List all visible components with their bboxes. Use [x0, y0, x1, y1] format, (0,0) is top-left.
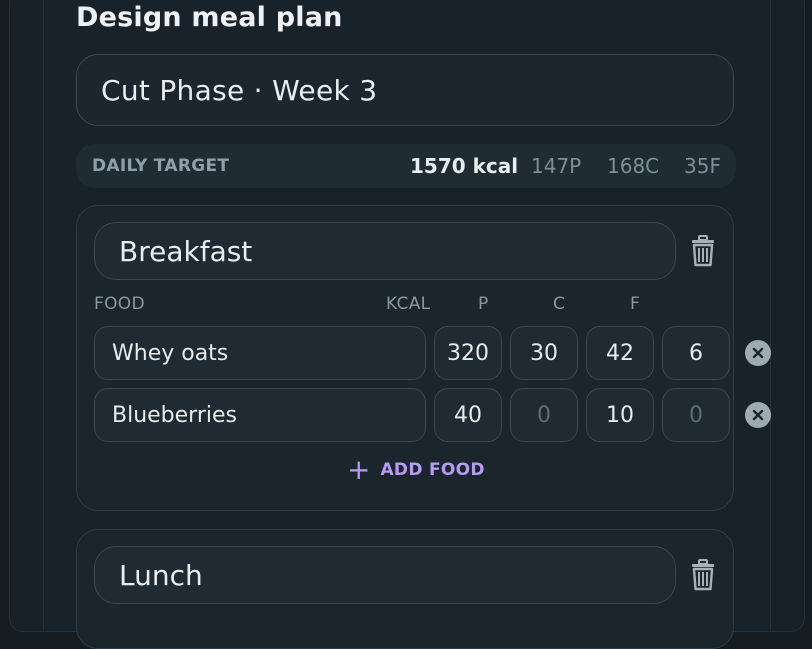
food-name-input[interactable]: Whey oats	[94, 326, 426, 380]
plus-icon: +	[347, 453, 371, 486]
food-fat-input[interactable]: 0	[662, 388, 730, 442]
plan-name-input[interactable]: Cut Phase · Week 3	[76, 54, 734, 126]
food-protein-input[interactable]: 30	[510, 326, 578, 380]
daily-target-kcal: 1570 kcal	[410, 154, 519, 178]
food-carbs-input[interactable]: 10	[586, 388, 654, 442]
close-icon	[752, 347, 764, 359]
meal-card-breakfast: Breakfast FOOD KCAL P C F Whey oats 320 …	[76, 205, 771, 511]
meal-name-input[interactable]: Breakfast	[94, 222, 676, 280]
plan-name-value: Cut Phase · Week 3	[101, 73, 378, 107]
food-name-value: Whey oats	[112, 340, 229, 366]
trash-icon[interactable]	[688, 234, 718, 268]
daily-target-protein: 147P	[531, 154, 582, 178]
daily-target-bar: DAILY TARGET 1570 kcal 147P 168C 35F	[76, 144, 736, 188]
trash-icon[interactable]	[688, 558, 718, 592]
add-food-label: ADD FOOD	[380, 460, 485, 480]
food-kcal-input[interactable]: 40	[434, 388, 502, 442]
column-header-protein: P	[478, 294, 489, 314]
add-food-button[interactable]: + ADD FOOD	[347, 456, 485, 484]
meal-name-value: Lunch	[119, 558, 203, 592]
meal-card-lunch: Lunch	[76, 529, 734, 649]
food-name-input[interactable]: Blueberries	[94, 388, 426, 442]
column-header-food: FOOD	[94, 294, 145, 314]
remove-food-button[interactable]	[745, 340, 771, 366]
daily-target-label: DAILY TARGET	[92, 156, 230, 176]
food-name-value: Blueberries	[112, 402, 237, 428]
column-header-kcal: KCAL	[386, 294, 431, 314]
close-icon	[752, 409, 764, 421]
food-fat-input[interactable]: 6	[662, 326, 730, 380]
remove-food-button[interactable]	[745, 402, 771, 428]
food-carbs-input[interactable]: 42	[586, 326, 654, 380]
column-header-fat: F	[630, 294, 641, 314]
daily-target-carbs: 168C	[607, 154, 660, 178]
meal-name-value: Breakfast	[119, 234, 253, 268]
daily-target-fat: 35F	[684, 154, 721, 178]
food-protein-input[interactable]: 0	[510, 388, 578, 442]
page-title: Design meal plan	[76, 2, 343, 33]
meal-name-input[interactable]: Lunch	[94, 546, 676, 604]
column-header-carbs: C	[553, 294, 566, 314]
food-kcal-input[interactable]: 320	[434, 326, 502, 380]
